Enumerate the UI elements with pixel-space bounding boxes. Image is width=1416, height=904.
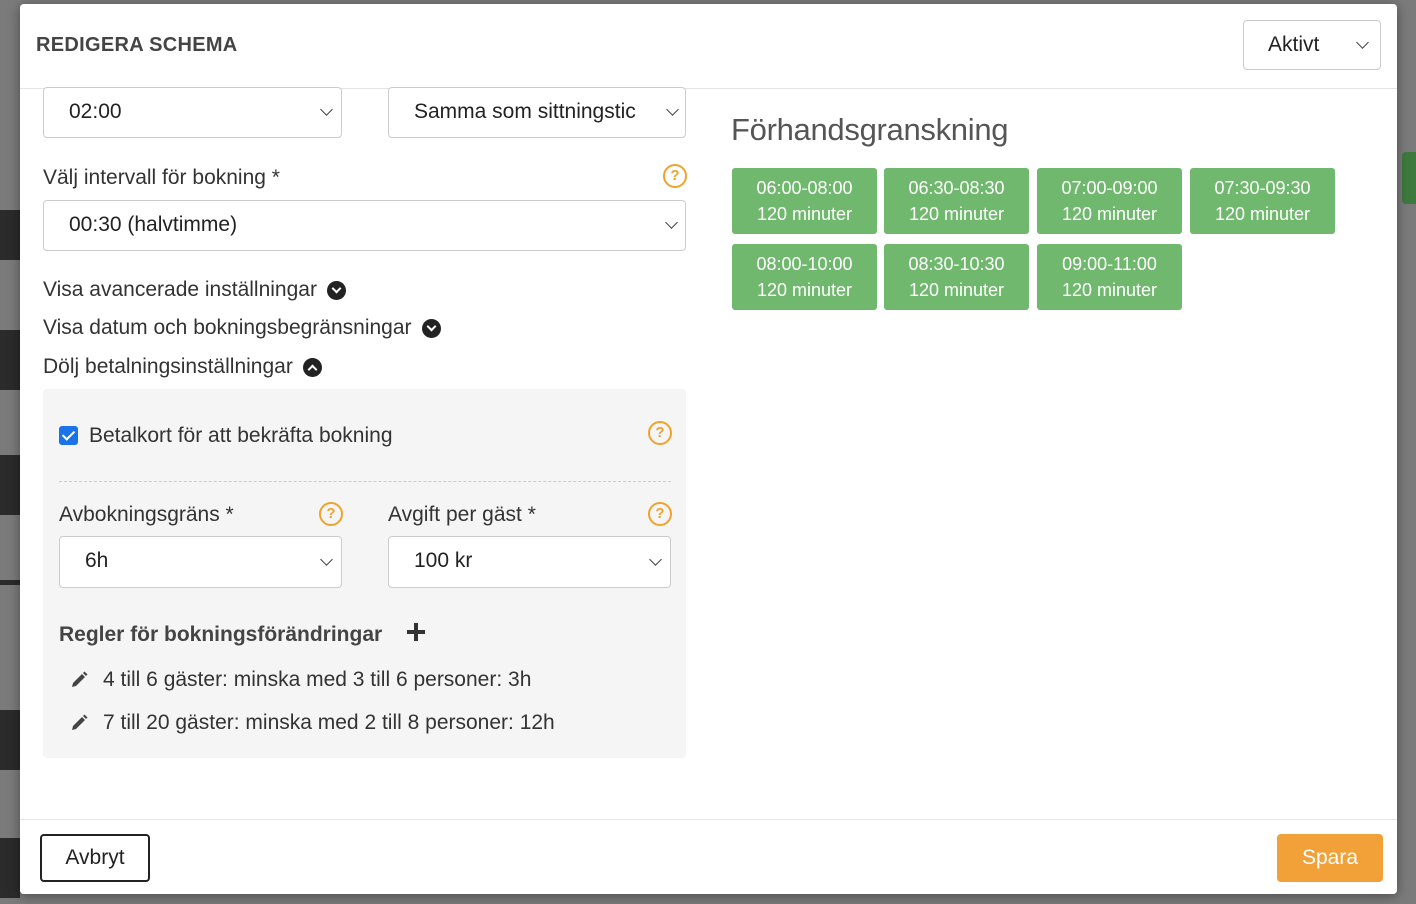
cancel-button[interactable]: Avbryt	[40, 834, 150, 882]
modal-footer: Avbryt Spara	[20, 819, 1397, 894]
preview-title: Förhandsgranskning	[731, 112, 1009, 147]
fee-value: 100 kr	[414, 549, 473, 572]
slot-duration: 120 minuter	[908, 204, 1005, 224]
slot-duration: 120 minuter	[1061, 204, 1158, 224]
chevron-down-icon	[320, 553, 333, 566]
card-confirmation-checkbox[interactable]	[59, 426, 78, 445]
chevron-down-icon	[665, 216, 678, 229]
seating-time-select-value: Samma som sittningstic	[414, 100, 636, 123]
rules-title: Regler för bokningsförändringar	[59, 623, 383, 646]
rule-item[interactable]: 7 till 20 gäster: minska med 2 till 8 pe…	[69, 711, 555, 735]
time-slot: 08:30-10:30 120 minuter	[884, 244, 1029, 310]
time-slot: 07:30-09:30 120 minuter	[1190, 168, 1335, 234]
payment-settings-panel: Betalkort för att bekräfta bokning ? Avb…	[43, 389, 686, 758]
background-green-button	[1402, 152, 1416, 204]
slot-time: 08:30-10:30	[908, 254, 1005, 274]
rule-text: 4 till 6 gäster: minska med 3 till 6 per…	[103, 668, 532, 691]
pencil-icon	[72, 714, 88, 730]
slot-time: 07:30-09:30	[1214, 178, 1311, 198]
toggle-dates-label: Visa datum och bokningsbegränsningar	[43, 316, 412, 339]
status-select-value: Aktivt	[1268, 33, 1320, 56]
card-confirmation-label: Betalkort för att bekräfta bokning	[89, 424, 393, 447]
cancel-limit-value: 6h	[85, 549, 109, 572]
help-icon[interactable]: ?	[663, 164, 687, 188]
slot-time: 07:00-09:00	[1061, 178, 1158, 198]
slot-time: 08:00-10:00	[756, 254, 853, 274]
help-icon[interactable]: ?	[648, 421, 672, 445]
help-icon[interactable]: ?	[648, 502, 672, 526]
time-slot: 06:30-08:30 120 minuter	[884, 168, 1029, 234]
pencil-icon	[72, 671, 88, 687]
interval-label: Välj intervall för bokning *	[43, 166, 280, 189]
toggle-advanced-label: Visa avancerade inställningar	[43, 278, 317, 301]
save-button[interactable]: Spara	[1277, 834, 1383, 882]
interval-select-value: 00:30 (halvtimme)	[69, 213, 238, 236]
chevron-circle-down-icon	[421, 318, 441, 338]
interval-select[interactable]: 00:30 (halvtimme)	[43, 200, 686, 251]
slot-time: 06:30-08:30	[908, 178, 1005, 198]
toggle-advanced-settings[interactable]: Visa avancerade inställningar	[43, 278, 346, 302]
modal-header: REDIGERA SCHEMA Aktivt	[20, 4, 1397, 89]
fee-select[interactable]: 100 kr	[388, 536, 671, 588]
help-icon[interactable]: ?	[319, 502, 343, 526]
slot-time: 06:00-08:00	[756, 178, 853, 198]
cancel-limit-label: Avbokningsgräns *	[59, 503, 234, 526]
rule-text: 7 till 20 gäster: minska med 2 till 8 pe…	[103, 711, 555, 734]
time-slot: 06:00-08:00 120 minuter	[732, 168, 877, 234]
chevron-circle-up-icon	[302, 357, 322, 377]
cancel-limit-select[interactable]: 6h	[59, 536, 342, 588]
modal-title: REDIGERA SCHEMA	[36, 34, 238, 56]
fee-label: Avgift per gäst *	[388, 503, 536, 526]
slot-duration: 120 minuter	[756, 204, 853, 224]
toggle-payment-label: Dölj betalningsinställningar	[43, 355, 293, 378]
chevron-down-icon	[320, 103, 333, 116]
rule-item[interactable]: 4 till 6 gäster: minska med 3 till 6 per…	[69, 668, 531, 692]
seating-time-select[interactable]: Samma som sittningstic	[388, 87, 686, 138]
toggle-payment-settings[interactable]: Dölj betalningsinställningar	[43, 355, 322, 379]
slot-duration: 120 minuter	[1061, 280, 1158, 300]
add-rule-icon[interactable]	[407, 623, 425, 641]
duration-select[interactable]: 02:00	[43, 87, 342, 138]
chevron-down-icon	[666, 103, 679, 116]
status-select[interactable]: Aktivt	[1243, 20, 1381, 70]
toggle-date-limits[interactable]: Visa datum och bokningsbegränsningar	[43, 316, 441, 340]
time-slot: 08:00-10:00 120 minuter	[732, 244, 877, 310]
divider	[59, 481, 671, 482]
duration-select-value: 02:00	[69, 100, 122, 123]
slot-time: 09:00-11:00	[1062, 254, 1157, 274]
slot-duration: 120 minuter	[908, 280, 1005, 300]
chevron-circle-down-icon	[326, 280, 346, 300]
chevron-down-icon	[1356, 36, 1369, 49]
slot-duration: 120 minuter	[756, 280, 853, 300]
time-slot: 09:00-11:00 120 minuter	[1037, 244, 1182, 310]
slot-duration: 120 minuter	[1214, 204, 1311, 224]
chevron-down-icon	[649, 553, 662, 566]
edit-schedule-modal: REDIGERA SCHEMA Aktivt 02:00 Samma som s…	[20, 4, 1397, 894]
time-slot: 07:00-09:00 120 minuter	[1037, 168, 1182, 234]
